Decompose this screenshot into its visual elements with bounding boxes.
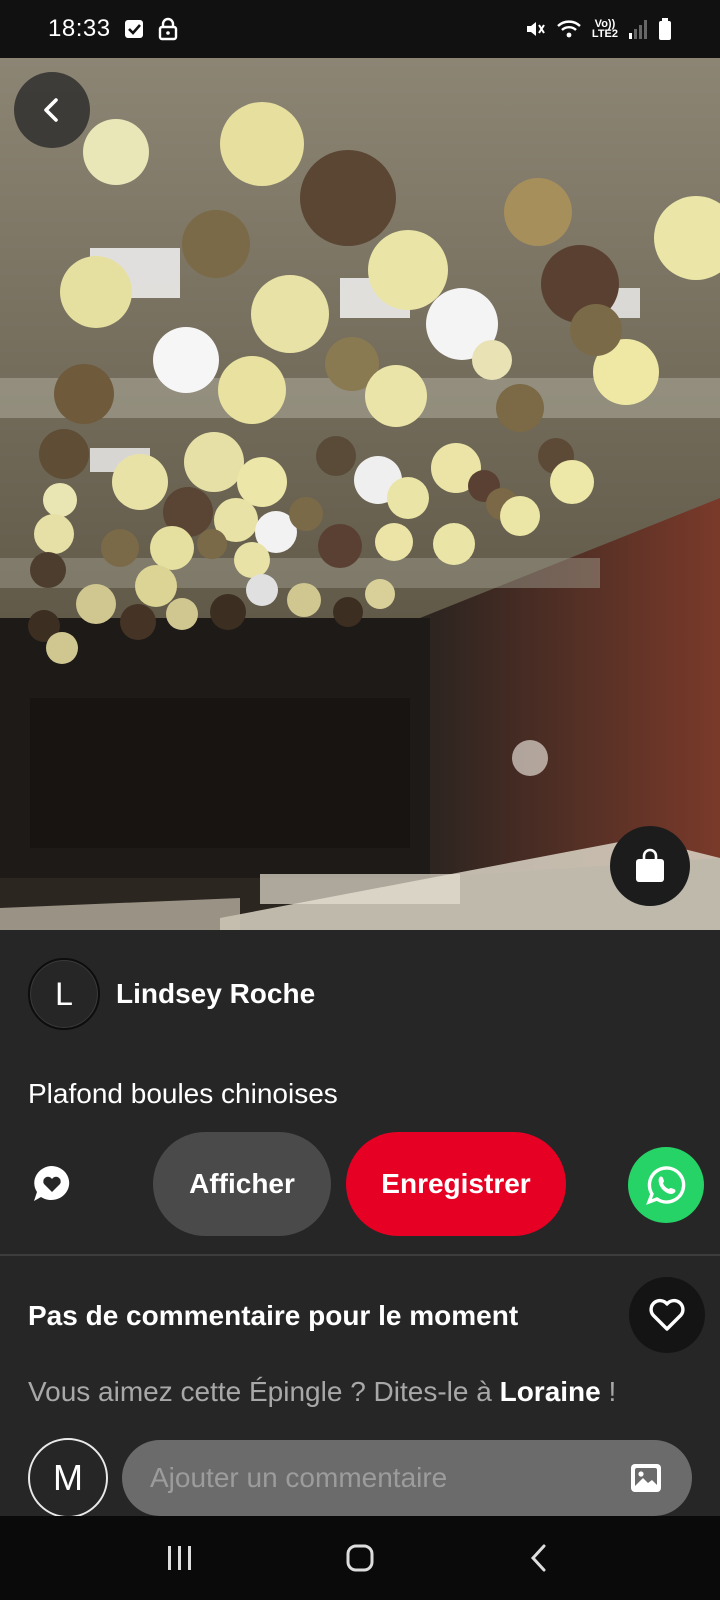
back-button[interactable] bbox=[14, 72, 90, 148]
pin-image[interactable] bbox=[0, 58, 720, 930]
system-nav-bar bbox=[0, 1516, 720, 1600]
status-time: 18:33 bbox=[48, 15, 111, 42]
like-prompt: Vous aimez cette Épingle ? Dites-le à Lo… bbox=[28, 1376, 616, 1408]
author-avatar[interactable]: L bbox=[28, 958, 100, 1030]
whatsapp-icon bbox=[646, 1166, 686, 1205]
author-row[interactable]: L Lindsey Roche bbox=[28, 958, 315, 1030]
chevron-left-icon bbox=[44, 98, 58, 122]
nav-back-button[interactable] bbox=[510, 1528, 570, 1588]
status-right: Vo)) LTE2 bbox=[524, 17, 672, 41]
comment-input-container[interactable] bbox=[122, 1440, 692, 1516]
lock-icon bbox=[157, 17, 179, 41]
save-button[interactable]: Enregistrer bbox=[346, 1132, 566, 1236]
shopping-bag-icon bbox=[636, 848, 664, 882]
view-button[interactable]: Afficher bbox=[153, 1132, 331, 1236]
recents-icon bbox=[168, 1546, 191, 1570]
back-icon bbox=[530, 1544, 546, 1572]
comment-heart-icon bbox=[34, 1166, 70, 1201]
home-button[interactable] bbox=[330, 1528, 390, 1588]
action-row: Afficher Enregistrer bbox=[0, 1132, 720, 1236]
mute-icon bbox=[524, 18, 546, 40]
heart-icon bbox=[649, 1298, 685, 1331]
pin-title: Plafond boules chinoises bbox=[28, 1078, 338, 1109]
author-name[interactable]: Lindsey Roche bbox=[116, 978, 315, 1010]
recents-button[interactable] bbox=[150, 1528, 210, 1588]
home-icon bbox=[346, 1544, 374, 1572]
image-icon[interactable] bbox=[628, 1460, 664, 1496]
shop-button[interactable] bbox=[610, 826, 690, 906]
wifi-icon bbox=[556, 18, 582, 40]
checkbox-icon bbox=[123, 18, 145, 40]
comment-reaction-button[interactable] bbox=[28, 1160, 76, 1208]
battery-icon bbox=[658, 17, 672, 41]
like-button[interactable] bbox=[629, 1277, 705, 1353]
network-label: Vo)) LTE2 bbox=[591, 19, 618, 40]
like-prompt-suffix: ! bbox=[600, 1376, 617, 1407]
my-avatar[interactable]: M bbox=[28, 1438, 108, 1518]
like-prompt-prefix: Vous aimez cette Épingle ? Dites-le à bbox=[28, 1376, 500, 1407]
like-prompt-owner[interactable]: Loraine bbox=[500, 1376, 601, 1407]
pin-image-illustration bbox=[0, 58, 720, 930]
comment-input[interactable] bbox=[150, 1462, 628, 1494]
no-comment-title: Pas de commentaire pour le moment bbox=[28, 1300, 519, 1331]
signal-icon bbox=[628, 18, 648, 40]
status-left: 18:33 bbox=[48, 15, 179, 43]
divider bbox=[0, 1254, 720, 1256]
whatsapp-share-button[interactable] bbox=[628, 1147, 704, 1223]
status-bar: 18:33 Vo)) LTE2 bbox=[0, 0, 720, 58]
network-label-bottom: LTE2 bbox=[591, 28, 618, 40]
